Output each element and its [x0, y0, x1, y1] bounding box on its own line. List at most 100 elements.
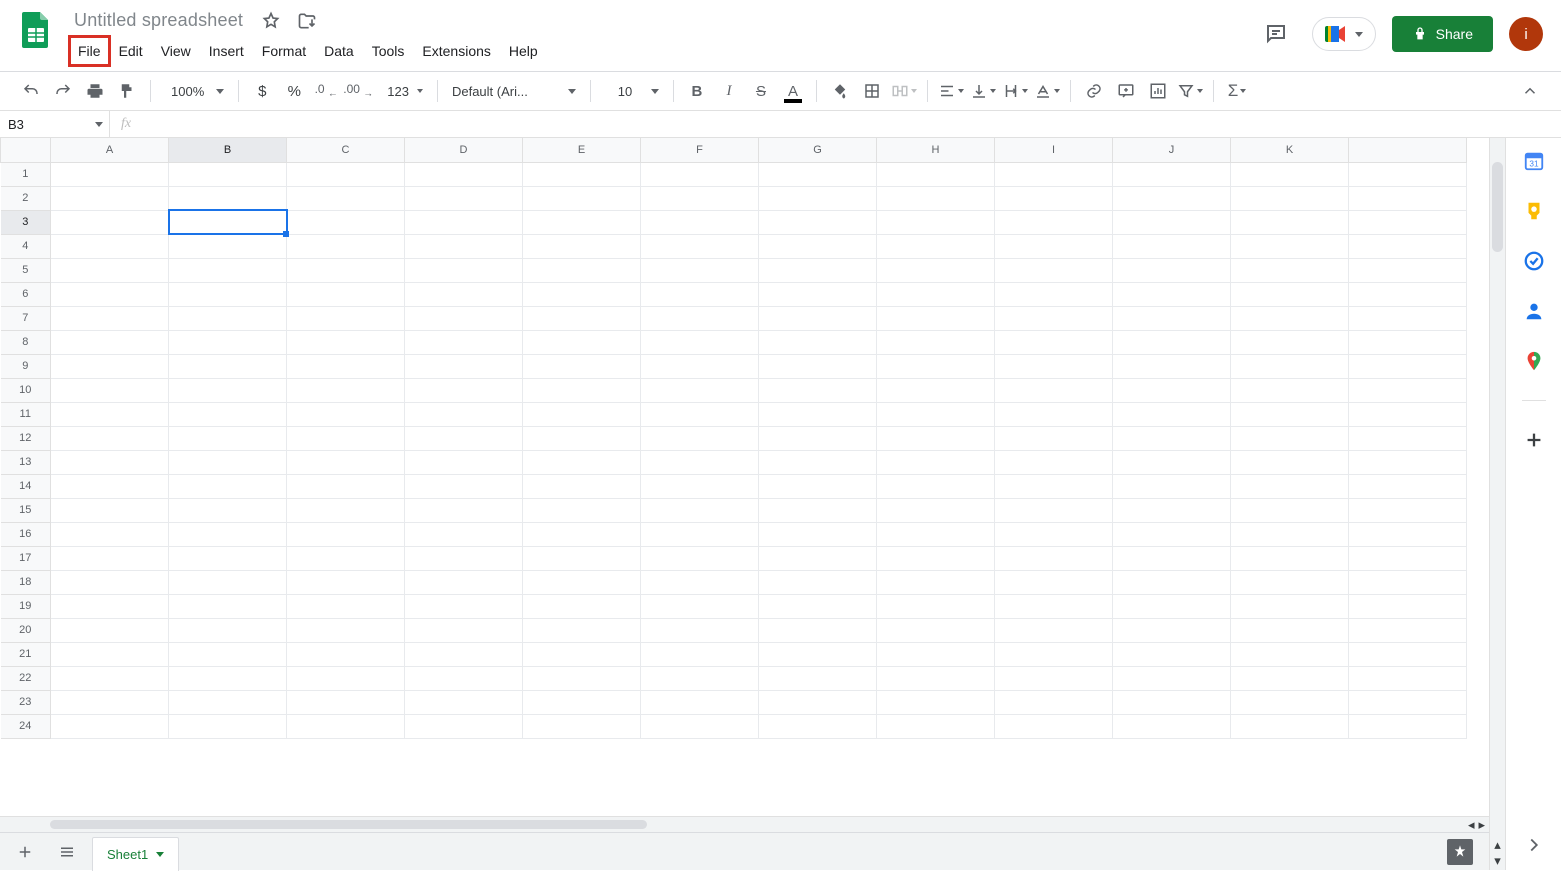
- cell[interactable]: [51, 546, 169, 570]
- row-header[interactable]: 16: [1, 522, 51, 546]
- cell[interactable]: [1113, 186, 1231, 210]
- menu-extensions[interactable]: Extensions: [414, 37, 498, 65]
- cell[interactable]: [641, 330, 759, 354]
- cell[interactable]: [287, 666, 405, 690]
- cell[interactable]: [523, 330, 641, 354]
- cell[interactable]: [405, 234, 523, 258]
- cell[interactable]: [877, 498, 995, 522]
- cell[interactable]: [287, 330, 405, 354]
- cell[interactable]: [995, 186, 1113, 210]
- cell[interactable]: [641, 402, 759, 426]
- cell[interactable]: [169, 594, 287, 618]
- cell[interactable]: [641, 570, 759, 594]
- cell[interactable]: [995, 354, 1113, 378]
- cell[interactable]: [1113, 450, 1231, 474]
- row-header[interactable]: 8: [1, 330, 51, 354]
- cell[interactable]: [641, 306, 759, 330]
- row-header[interactable]: 6: [1, 282, 51, 306]
- increase-decimal-icon[interactable]: .00 →: [343, 76, 373, 106]
- menu-data[interactable]: Data: [316, 37, 362, 65]
- scroll-right-icon[interactable]: ▸: [1478, 817, 1485, 833]
- cell[interactable]: [995, 450, 1113, 474]
- cell[interactable]: [287, 618, 405, 642]
- cell[interactable]: [759, 282, 877, 306]
- cell[interactable]: [759, 618, 877, 642]
- move-icon[interactable]: [295, 9, 319, 33]
- row-header[interactable]: 14: [1, 474, 51, 498]
- cell[interactable]: [169, 210, 287, 234]
- number-format-select[interactable]: 123: [375, 76, 429, 106]
- cell[interactable]: [759, 498, 877, 522]
- cell[interactable]: [51, 330, 169, 354]
- cell[interactable]: [641, 234, 759, 258]
- cell[interactable]: [995, 210, 1113, 234]
- cell[interactable]: [877, 162, 995, 186]
- comment-history-icon[interactable]: [1256, 14, 1296, 54]
- row-header[interactable]: 18: [1, 570, 51, 594]
- cell[interactable]: [287, 570, 405, 594]
- cell[interactable]: [1113, 258, 1231, 282]
- column-header[interactable]: D: [405, 138, 523, 162]
- column-header[interactable]: F: [641, 138, 759, 162]
- cell[interactable]: [641, 210, 759, 234]
- cell[interactable]: [405, 186, 523, 210]
- cell[interactable]: [641, 498, 759, 522]
- menu-format[interactable]: Format: [254, 37, 314, 65]
- star-icon[interactable]: [259, 9, 283, 33]
- cell[interactable]: [523, 306, 641, 330]
- cell[interactable]: [1113, 666, 1231, 690]
- menu-insert[interactable]: Insert: [201, 37, 252, 65]
- cell[interactable]: [759, 570, 877, 594]
- cell[interactable]: [405, 522, 523, 546]
- cell[interactable]: [405, 546, 523, 570]
- cell[interactable]: [877, 474, 995, 498]
- print-icon[interactable]: [80, 76, 110, 106]
- cell[interactable]: [523, 474, 641, 498]
- row-header[interactable]: 7: [1, 306, 51, 330]
- spreadsheet-grid[interactable]: ABCDEFGHIJK12345678910111213141516171819…: [0, 138, 1489, 816]
- cell[interactable]: [759, 354, 877, 378]
- cell[interactable]: [877, 186, 995, 210]
- cell[interactable]: [641, 258, 759, 282]
- cell[interactable]: [995, 642, 1113, 666]
- decrease-decimal-icon[interactable]: .0 ←: [311, 76, 341, 106]
- cell[interactable]: [405, 570, 523, 594]
- cell[interactable]: [641, 378, 759, 402]
- cell[interactable]: [51, 258, 169, 282]
- add-sheet-button[interactable]: [8, 837, 42, 867]
- row-header[interactable]: 21: [1, 642, 51, 666]
- functions-icon[interactable]: Σ: [1222, 76, 1252, 106]
- cell[interactable]: [405, 450, 523, 474]
- cell[interactable]: [759, 594, 877, 618]
- cell[interactable]: [995, 570, 1113, 594]
- cell[interactable]: [641, 186, 759, 210]
- cell[interactable]: [169, 690, 287, 714]
- cell[interactable]: [1231, 186, 1349, 210]
- cell[interactable]: [169, 522, 287, 546]
- share-button[interactable]: Share: [1392, 16, 1493, 52]
- cell[interactable]: [995, 282, 1113, 306]
- cell[interactable]: [995, 594, 1113, 618]
- redo-icon[interactable]: [48, 76, 78, 106]
- cell[interactable]: [523, 402, 641, 426]
- cell[interactable]: [1231, 234, 1349, 258]
- cell[interactable]: [523, 570, 641, 594]
- cell[interactable]: [1113, 474, 1231, 498]
- cell[interactable]: [169, 330, 287, 354]
- formula-input[interactable]: [142, 111, 1561, 137]
- row-header[interactable]: 24: [1, 714, 51, 738]
- cell[interactable]: [1231, 570, 1349, 594]
- cell[interactable]: [1113, 234, 1231, 258]
- cell[interactable]: [995, 330, 1113, 354]
- cell[interactable]: [287, 498, 405, 522]
- cell[interactable]: [169, 618, 287, 642]
- cell[interactable]: [169, 258, 287, 282]
- get-addons-icon[interactable]: [1523, 429, 1545, 451]
- cell[interactable]: [1113, 618, 1231, 642]
- insert-chart-icon[interactable]: [1143, 76, 1173, 106]
- cell[interactable]: [995, 522, 1113, 546]
- cell[interactable]: [405, 690, 523, 714]
- cell[interactable]: [523, 258, 641, 282]
- cell[interactable]: [641, 666, 759, 690]
- cell[interactable]: [287, 642, 405, 666]
